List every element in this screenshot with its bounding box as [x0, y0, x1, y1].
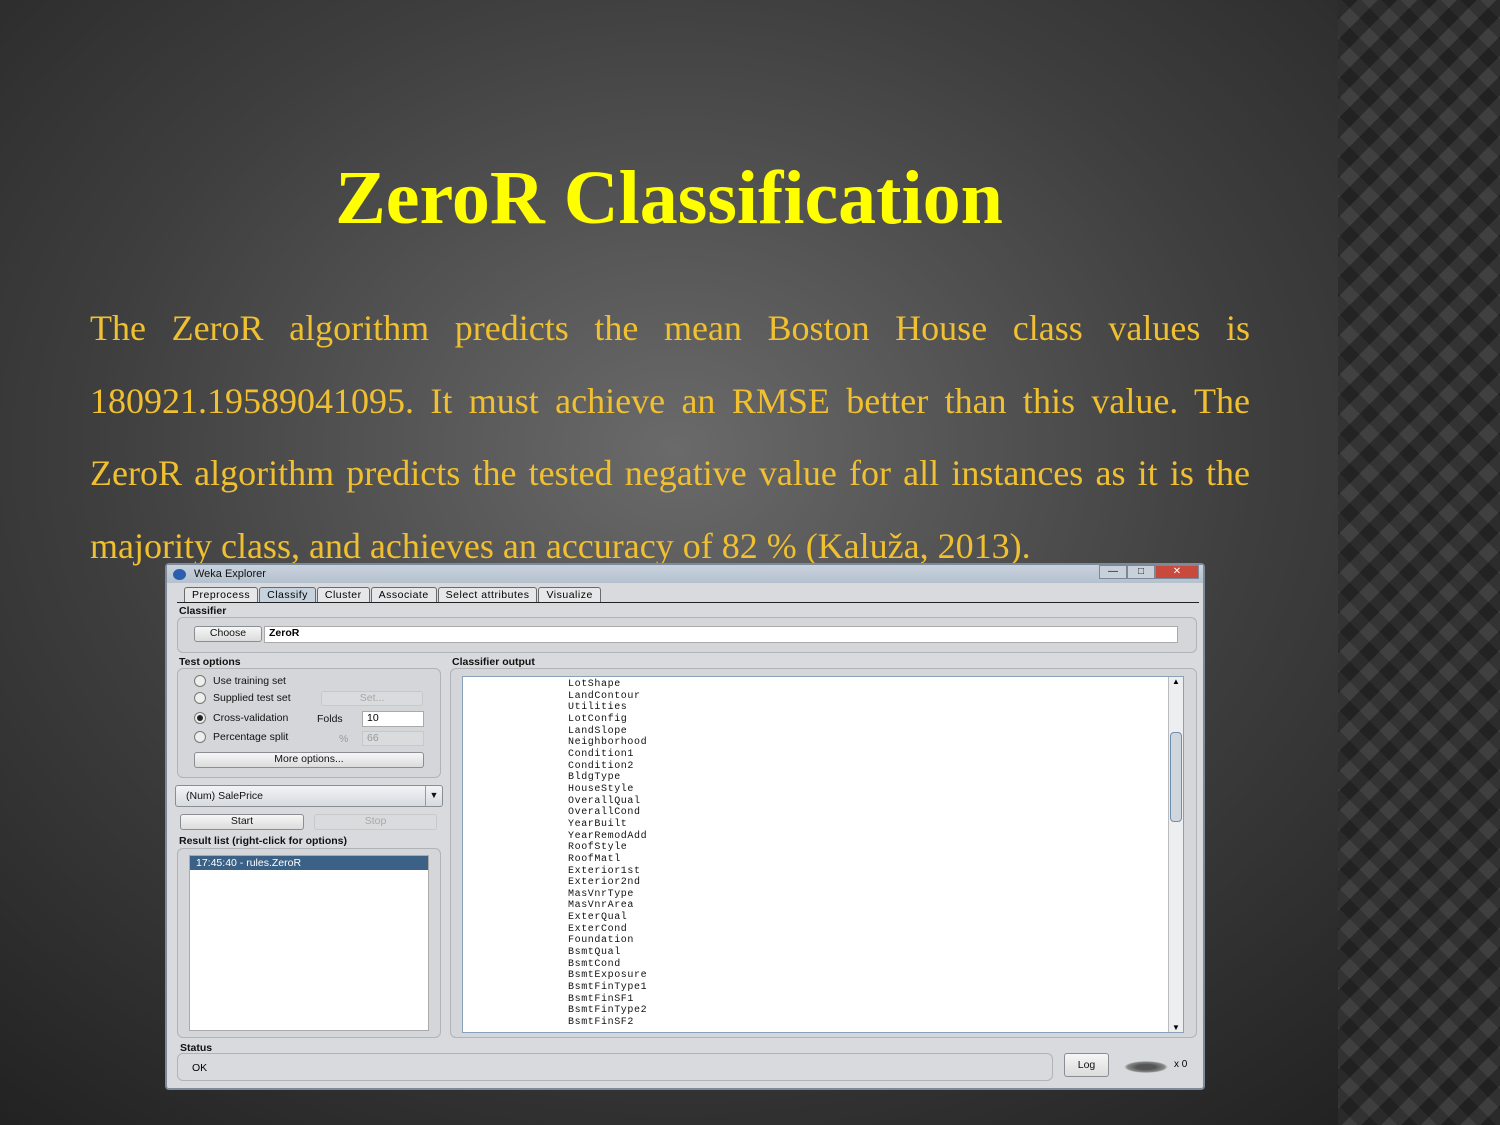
output-line: LotShape — [568, 679, 621, 690]
output-line: LandSlope — [568, 725, 628, 737]
status-bar: OK — [177, 1053, 1053, 1081]
output-line: Exterior1st — [568, 865, 641, 877]
output-line: MasVnrType — [568, 888, 635, 900]
radio-supplied-test-set[interactable]: Supplied test set — [194, 692, 291, 704]
scroll-up-icon[interactable]: ▲ — [1169, 677, 1183, 686]
tab-cluster[interactable]: Cluster — [316, 587, 370, 602]
radio-cross-validation[interactable]: Cross-validation — [194, 712, 288, 724]
target-value: (Num) SalePrice — [186, 790, 264, 802]
output-line: BldgType — [568, 772, 621, 784]
result-list: 17:45:40 - rules.ZeroR — [189, 855, 429, 1031]
tab-classify[interactable]: Classify — [259, 587, 316, 602]
output-line: Condition1 — [568, 748, 635, 760]
task-count: x 0 — [1174, 1059, 1188, 1070]
chevron-down-icon: ▼ — [425, 786, 442, 806]
output-line: Exterior2nd — [568, 877, 641, 889]
minimize-button[interactable]: — — [1099, 565, 1127, 579]
classifier-field[interactable]: ZeroR — [264, 626, 1178, 643]
test-options-label: Test options — [179, 656, 241, 668]
output-lines: LotShape LandContour Utilities LotConfig Lan… — [568, 679, 647, 1029]
slide-title: ZeroR Classification — [335, 156, 1003, 240]
output-line: BsmtFinType1 — [568, 982, 648, 994]
title-bar[interactable]: Weka Explorer — □ ✕ — [167, 565, 1203, 583]
start-button[interactable]: Start — [180, 814, 304, 830]
log-button[interactable]: Log — [1064, 1053, 1109, 1077]
output-scrollbar[interactable]: ▲ ▼ — [1168, 677, 1183, 1032]
folds-label: Folds — [317, 713, 343, 725]
output-line: Condition2 — [568, 760, 635, 772]
output-line: Foundation — [568, 935, 635, 947]
output-line: BsmtFinType2 — [568, 1005, 648, 1017]
output-line: Utilities — [568, 702, 628, 714]
slide-paragraph: The ZeroR algorithm predicts the mean Bo… — [90, 308, 1250, 566]
decorative-side-pattern — [1338, 0, 1500, 1125]
output-line: HouseStyle — [568, 783, 635, 795]
target-attribute-select[interactable]: (Num) SalePrice ▼ — [175, 785, 443, 807]
classifier-label: Classifier — [179, 605, 227, 617]
percent-input[interactable]: 66 — [362, 731, 424, 746]
output-line: LotConfig — [568, 713, 628, 725]
radio-label: Percentage split — [213, 731, 289, 743]
set-button[interactable]: Set... — [321, 691, 423, 706]
classifier-output-label: Classifier output — [452, 656, 535, 668]
tab-visualize[interactable]: Visualize — [538, 587, 601, 602]
weka-logo-icon — [173, 568, 186, 580]
result-list-label: Result list (right-click for options) — [179, 835, 348, 847]
scrollbar-thumb[interactable] — [1170, 732, 1182, 822]
output-line: ExterQual — [568, 912, 628, 924]
output-line: YearRemodAdd — [568, 830, 648, 842]
tab-select-attributes[interactable]: Select attributes — [437, 587, 538, 602]
radio-label: Use training set — [213, 675, 286, 687]
radio-label: Supplied test set — [213, 692, 291, 704]
output-line: ExterCond — [568, 923, 628, 935]
classifier-output-text[interactable]: LotShape LandContour Utilities LotConfig Lan… — [462, 676, 1184, 1033]
scroll-down-icon[interactable]: ▼ — [1169, 1023, 1183, 1032]
output-line: OverallCond — [568, 807, 641, 819]
tab-associate[interactable]: Associate — [370, 587, 437, 602]
output-line: BsmtQual — [568, 947, 621, 959]
output-line: OverallQual — [568, 795, 641, 807]
radio-percentage-split[interactable]: Percentage split — [194, 731, 288, 743]
output-line: MasVnrArea — [568, 900, 635, 912]
radio-label: Cross-validation — [213, 712, 289, 724]
output-line: BsmtExposure — [568, 970, 648, 982]
maximize-button[interactable]: □ — [1127, 565, 1155, 579]
radio-use-training-set[interactable]: Use training set — [194, 675, 286, 687]
output-line: RoofMatl — [568, 853, 621, 865]
output-line: BsmtCond — [568, 958, 621, 970]
result-list-item[interactable]: 17:45:40 - rules.ZeroR — [190, 856, 428, 870]
stop-button[interactable]: Stop — [314, 814, 437, 830]
percent-label: % — [339, 733, 349, 745]
output-line: YearBuilt — [568, 818, 628, 830]
output-line: BsmtFinSF1 — [568, 993, 635, 1005]
more-options-button[interactable]: More options... — [194, 752, 424, 768]
folds-input[interactable]: 10 — [362, 711, 424, 727]
status-text: OK — [192, 1062, 208, 1074]
window-title: Weka Explorer — [194, 568, 266, 580]
choose-button[interactable]: Choose — [194, 626, 262, 642]
tab-preprocess[interactable]: Preprocess — [184, 587, 259, 602]
output-line: RoofStyle — [568, 842, 628, 854]
output-line: Neighborhood — [568, 737, 648, 749]
output-line: LandContour — [568, 690, 641, 702]
output-line: BsmtFinSF2 — [568, 1017, 635, 1029]
weka-bird-icon — [1124, 1061, 1168, 1073]
close-button[interactable]: ✕ — [1155, 565, 1199, 579]
weka-explorer-window: Weka Explorer — □ ✕ Preprocess Classify … — [165, 563, 1205, 1090]
tab-bar: Preprocess Classify Cluster Associate Se… — [184, 587, 602, 602]
